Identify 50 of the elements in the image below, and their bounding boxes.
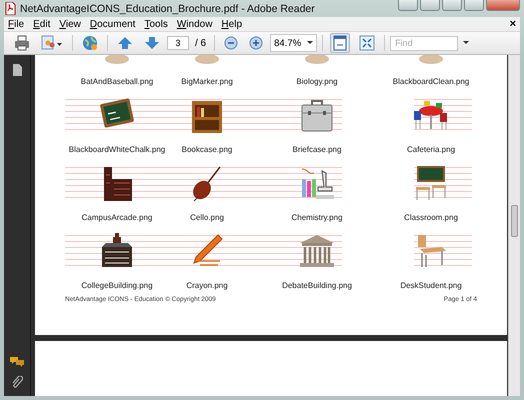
page-count: / 6 [195, 38, 206, 48]
icon-file-name: Bookcase.png [182, 145, 232, 155]
icon-file-name: Cello.png [190, 213, 224, 223]
maximize-button[interactable] [464, 0, 484, 11]
icon-file-name: Cafeteria.png [406, 145, 456, 155]
page-number-field[interactable]: 3 [167, 36, 189, 50]
pdf-document-icon [5, 2, 16, 15]
icon-file-name: BigMarker.png [181, 77, 233, 87]
menu-item[interactable]: File [8, 18, 24, 30]
menu-item[interactable]: Edit [33, 18, 50, 30]
icon-file-name: Biology.png [296, 77, 338, 87]
comments-icon[interactable] [9, 356, 25, 368]
vertical-scrollbar[interactable] [508, 55, 520, 396]
scrollbar-thumb[interactable] [511, 205, 518, 237]
icon-file-name: BlackboardWhiteChalk.png [68, 145, 166, 155]
zoom-dropdown[interactable]: 84.7% [270, 34, 318, 52]
cropped-picture-icon [192, 55, 222, 65]
menu-item[interactable]: Window [176, 18, 212, 30]
menu-item[interactable]: Help [221, 18, 242, 30]
menu-item[interactable]: View [59, 18, 81, 30]
icon-file-name: BlackboardClean.png [392, 77, 470, 87]
icon-file-name: CollegeBuilding.png [81, 281, 153, 291]
cropped-picture-icon [416, 55, 446, 65]
caret-icon[interactable] [463, 41, 470, 45]
caret-icon[interactable] [307, 41, 314, 45]
icon-file-name: Briefcase.png [292, 145, 342, 155]
cropped-picture-icon [102, 55, 132, 65]
icon-file-name: CampusArcade.png [82, 213, 152, 223]
icon-file-name: Classroom.png [404, 213, 458, 223]
window-extra-button[interactable] [398, 0, 418, 11]
window-title: NetAdvantageICONS_Education_Brochure.pdf - Adobe Reader [20, 2, 315, 14]
close-document-button[interactable]: × [510, 18, 516, 30]
cropped-picture-icon [302, 55, 332, 65]
menu-item[interactable]: Document [90, 18, 136, 30]
icon-file-name: DebateBuilding.png [282, 281, 352, 291]
paperclip-icon[interactable] [11, 376, 23, 390]
icon-file-name: Chemistry.png [292, 213, 342, 223]
icon-file-name: BatAndBaseball.png [80, 77, 154, 87]
fit-page-icon[interactable] [330, 33, 350, 53]
full-screen-icon[interactable] [357, 33, 378, 53]
menu-item[interactable]: Tools [144, 18, 168, 30]
icon-file-name: Crayon.png [186, 281, 228, 291]
pages-icon[interactable] [11, 63, 23, 77]
icon-file-name: DeskStudent.png [400, 281, 462, 291]
close-button[interactable] [486, 0, 520, 11]
find-field[interactable]: Find [390, 36, 458, 50]
globe-icon[interactable] [80, 33, 100, 53]
print-icon[interactable] [12, 33, 32, 53]
window-extra-button[interactable] [420, 0, 440, 11]
minimize-button[interactable] [442, 0, 462, 11]
